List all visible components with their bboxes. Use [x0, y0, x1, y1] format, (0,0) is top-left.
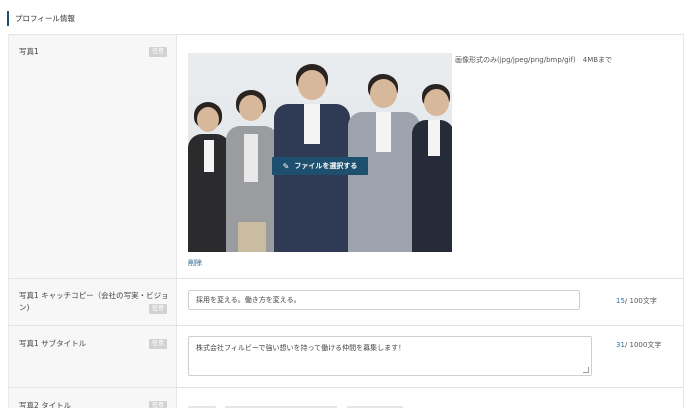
resize-handle[interactable]: [583, 367, 589, 373]
form-row-photo2-title: 写真2 タイトル 任意: [9, 388, 683, 408]
profile-form: 写真1 任意 ✎ ファイルを選択する 画像形式のみ(jpg/jpeg/png/b…: [8, 34, 684, 408]
counter-current: 31: [616, 341, 625, 349]
field-label-photo1: 写真1: [19, 47, 39, 56]
label-cell: 写真1 任意: [9, 35, 177, 278]
photo-person: [412, 84, 452, 252]
subtitle-char-counter: 31/ 1000文字: [616, 340, 661, 350]
photo-preview: ✎ ファイルを選択する: [188, 53, 452, 252]
counter-max: / 1000文字: [624, 341, 662, 349]
select-file-button[interactable]: ✎ ファイルを選択する: [272, 157, 368, 175]
pencil-icon: ✎: [282, 161, 290, 171]
form-row-catchcopy: 写真1 キャッチコピー（会社の写実・ビジョ ン) 任意 採用を変える。働き方を変…: [9, 279, 683, 326]
label-cell: 写真2 タイトル 任意: [9, 388, 177, 408]
section-title: プロフィール情報: [15, 14, 75, 23]
form-row-subtitle: 写真1 サブタイトル 任意 株式会社フィルビーで強い想いを持って働ける仲間を募集…: [9, 326, 683, 388]
section-header: プロフィール情報: [7, 11, 75, 26]
photo-format-note: 画像形式のみ(jpg/jpeg/png/bmp/gif) 4MBまで: [455, 56, 613, 64]
optional-badge: 任意: [149, 339, 167, 349]
label-cell: 写真1 サブタイトル 任意: [9, 326, 177, 387]
optional-badge: 任意: [149, 47, 167, 57]
catchcopy-input[interactable]: 採用を変える。働き方を変える。: [188, 290, 580, 310]
field-label-catchcopy-line1: 写真1 キャッチコピー（会社の写実・ビジョ: [19, 291, 169, 300]
counter-max: / 100文字: [624, 297, 657, 305]
select-file-label: ファイルを選択する: [294, 162, 358, 170]
subtitle-textarea[interactable]: 株式会社フィルビーで強い想いを持って働ける仲間を募集します！: [188, 336, 592, 376]
form-row-photo1: 写真1 任意 ✎ ファイルを選択する 画像形式のみ(jpg/jpeg/png/b…: [9, 35, 683, 279]
field-label-photo2-title: 写真2 タイトル: [19, 401, 72, 408]
catchcopy-char-counter: 15/ 100文字: [616, 296, 657, 306]
field-label-catchcopy-line2: ン): [19, 303, 30, 312]
optional-badge: 任意: [149, 304, 167, 314]
label-cell: 写真1 キャッチコピー（会社の写実・ビジョ ン) 任意: [9, 279, 177, 325]
delete-photo-link[interactable]: 削除: [188, 258, 202, 268]
subtitle-text: 株式会社フィルビーで強い想いを持って働ける仲間を募集します！: [196, 344, 406, 352]
field-label-subtitle: 写真1 サブタイトル: [19, 339, 87, 348]
counter-current: 15: [616, 297, 625, 305]
section-accent-bar: [7, 11, 9, 26]
optional-badge: 任意: [149, 401, 167, 408]
